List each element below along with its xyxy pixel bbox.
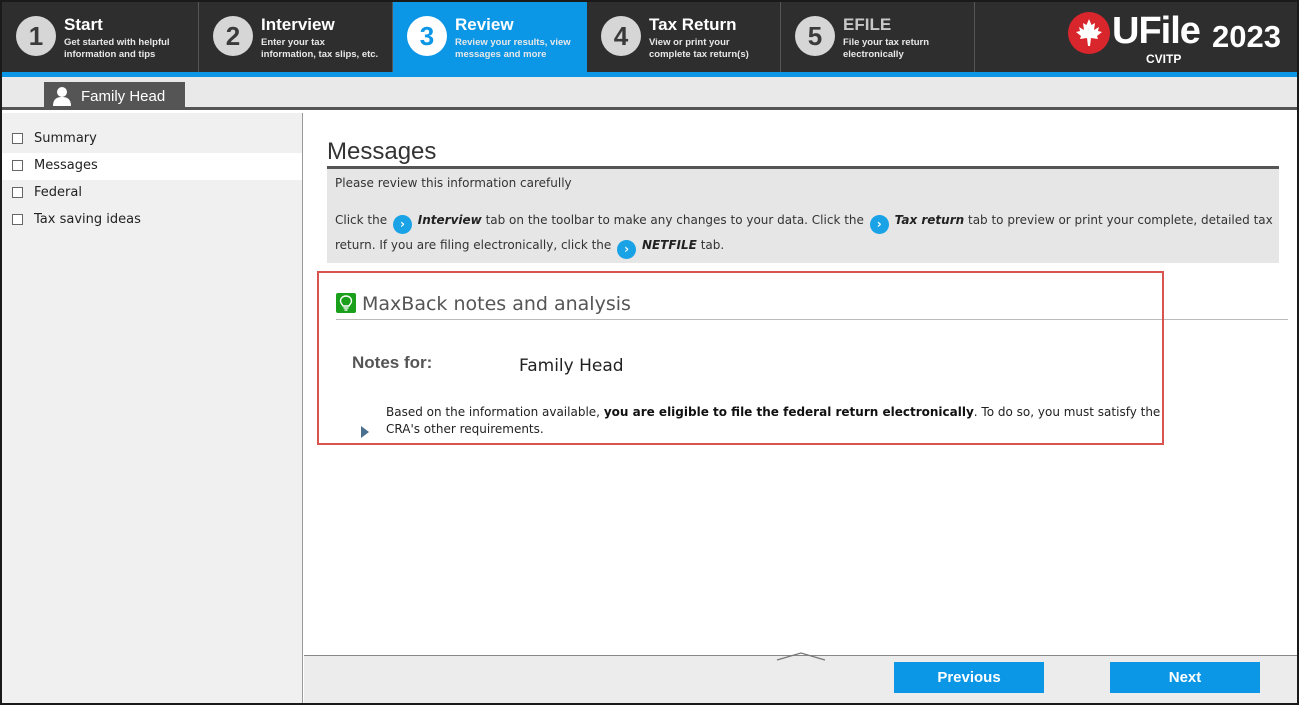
step-description: File your tax return electronically	[843, 37, 930, 60]
checkbox-icon	[12, 133, 23, 144]
chevron-right-icon: ›	[617, 240, 637, 259]
step-title: Start	[64, 15, 103, 34]
step-description: Get started with helpful information and …	[64, 37, 170, 60]
tax-return-link[interactable]: Tax return	[895, 213, 965, 227]
sidebar-item-federal[interactable]: Federal	[2, 180, 302, 207]
maple-leaf-icon	[1068, 12, 1110, 54]
sidebar-item-label: Federal	[34, 185, 82, 200]
sidebar-item-label: Tax saving ideas	[34, 212, 141, 227]
ufile-logo: UFile 2023 CVITP	[1064, 8, 1294, 68]
step-interview-tab[interactable]: 2 Interview Enter your tax information, t…	[199, 2, 393, 72]
step-number: 5	[795, 16, 835, 56]
step-title: Review	[455, 15, 514, 34]
app-window: 1 Start Get started with helpful informat…	[0, 0, 1299, 705]
step-toolbar: 1 Start Get started with helpful informat…	[2, 2, 1297, 72]
step-number: 2	[213, 16, 253, 56]
brand-year: 2023	[1212, 19, 1281, 54]
sidebar-item-tax-saving-ideas[interactable]: Tax saving ideas	[2, 207, 302, 234]
sidebar-item-label: Messages	[34, 158, 98, 173]
step-description: View or print your complete tax return(s)	[649, 37, 749, 60]
brand-subtitle: CVITP	[1146, 52, 1182, 66]
step-number: 1	[16, 16, 56, 56]
sidebar: Summary Messages Federal Tax saving idea…	[2, 113, 303, 703]
step-tax-return-tab[interactable]: 4 Tax Return View or print your complete …	[587, 2, 781, 72]
interview-link[interactable]: Interview	[418, 213, 482, 227]
checkbox-icon	[12, 160, 23, 171]
step-number: 3	[407, 16, 447, 56]
checkbox-icon	[12, 187, 23, 198]
netfile-link[interactable]: NETFILE	[642, 238, 697, 252]
info-box: Please review this information carefully…	[327, 169, 1279, 263]
info-heading: Please review this information carefully	[335, 176, 572, 190]
user-icon	[52, 86, 72, 110]
person-tab-bar: Family Head	[2, 77, 1297, 110]
checkbox-icon	[12, 214, 23, 225]
sidebar-item-messages[interactable]: Messages	[2, 153, 302, 180]
chevron-right-icon: ›	[869, 215, 889, 234]
step-number: 4	[601, 16, 641, 56]
next-button[interactable]: Next	[1110, 662, 1260, 693]
person-tab-family-head[interactable]: Family Head	[44, 82, 185, 110]
footer-bar: Previous Next	[304, 652, 1297, 703]
step-title: Tax Return	[649, 15, 737, 34]
step-description: Review your results, view messages and mo…	[455, 37, 571, 60]
brand-name: UFile	[1112, 10, 1201, 52]
step-title: Interview	[261, 15, 335, 34]
chevron-right-icon: ›	[392, 215, 412, 234]
sidebar-item-label: Summary	[34, 131, 97, 146]
info-paragraph: Click the › Interview tab on the toolbar…	[335, 209, 1275, 259]
step-efile-tab[interactable]: 5 EFILE File your tax return electronical…	[781, 2, 975, 72]
step-description: Enter your tax information, tax slips, et…	[261, 37, 379, 60]
step-title: EFILE	[843, 15, 892, 34]
main-content: Messages Please review this information …	[304, 113, 1297, 655]
highlight-box	[317, 271, 1164, 445]
footer-expand-handle[interactable]	[776, 647, 826, 666]
sidebar-item-summary[interactable]: Summary	[2, 126, 302, 153]
step-start-tab[interactable]: 1 Start Get started with helpful informat…	[2, 2, 199, 72]
previous-button[interactable]: Previous	[894, 662, 1044, 693]
person-tab-label: Family Head	[81, 88, 166, 105]
step-review-tab[interactable]: 3 Review Review your results, view messag…	[393, 2, 587, 72]
page-title: Messages	[327, 138, 437, 165]
